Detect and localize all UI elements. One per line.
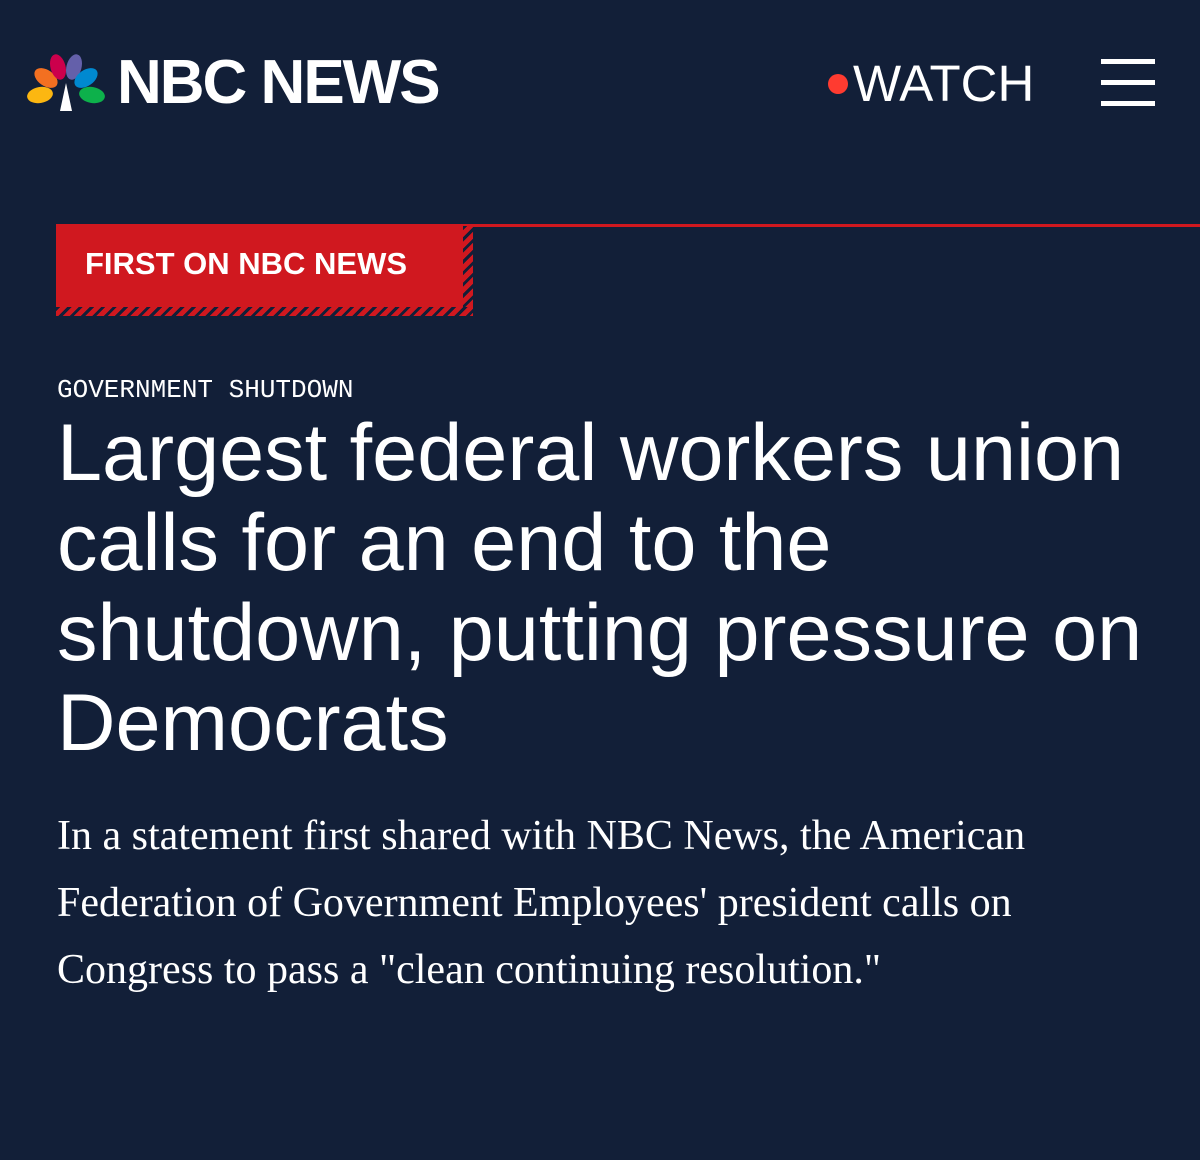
nbc-peacock-icon	[27, 54, 105, 111]
headline: Largest federal workers union calls for …	[57, 408, 1143, 768]
first-on-label-badge: FIRST ON NBC NEWS	[56, 226, 473, 316]
watch-label: WATCH	[853, 55, 1035, 112]
menu-bar	[1101, 80, 1155, 85]
nbc-news-logo[interactable]: NBC NEWS	[27, 48, 441, 117]
live-dot-icon	[828, 73, 848, 94]
menu-bar	[1101, 101, 1155, 106]
hatch-decoration	[56, 307, 473, 316]
label-text: FIRST ON NBC NEWS	[85, 246, 408, 281]
watch-live-button[interactable]: WATCH	[828, 58, 1034, 109]
menu-bar	[1101, 59, 1155, 64]
site-header: NBC NEWS WATCH	[0, 0, 1200, 170]
section-eyebrow-link[interactable]: GOVERNMENT SHUTDOWN	[57, 377, 353, 403]
logo-wordmark: NBC NEWS	[117, 48, 441, 117]
article-dek: In a statement first shared with NBC New…	[57, 813, 1026, 993]
hatch-decoration	[463, 226, 473, 316]
hamburger-menu-icon[interactable]	[1101, 59, 1155, 107]
